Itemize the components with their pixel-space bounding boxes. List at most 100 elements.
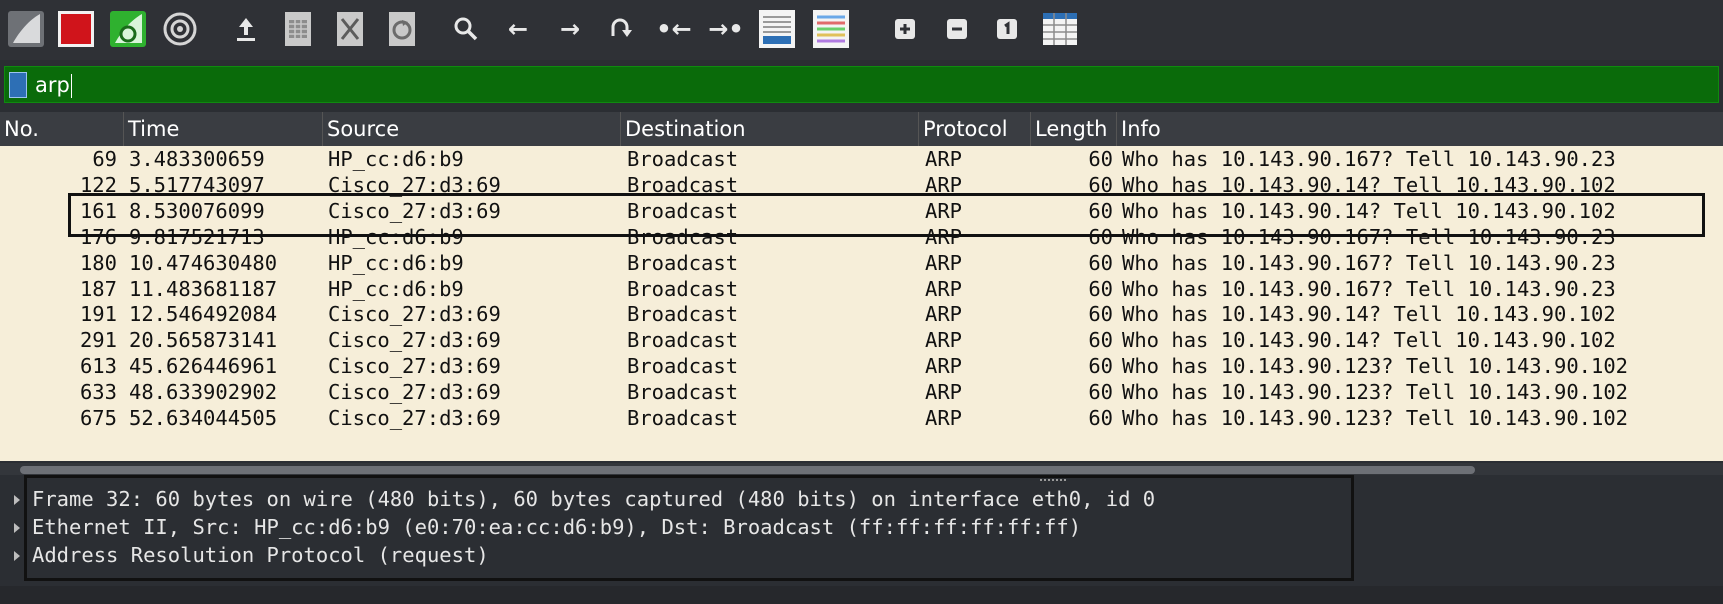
start-capture-button[interactable] [6,8,46,50]
packet-info: Who has 10.143.90.14? Tell 10.143.90.102 [1122,198,1616,223]
packet-row[interactable]: 675 52.634044505 Cisco_27:d3:69 Broadcast AR… [0,404,1723,433]
packet-destination: Broadcast [627,172,739,197]
packet-length: 60 [1088,147,1113,171]
display-filter-input[interactable]: arp [35,70,1705,100]
packet-no: 675 [79,406,117,430]
column-header-no[interactable]: No. [0,112,124,146]
save-file-button[interactable] [278,8,318,50]
column-header-protocol[interactable]: Protocol [919,112,1031,146]
detail-row-ethernet[interactable]: Ethernet II, Src: HP_cc:d6:b9 (e0:70:ea:… [14,513,1081,541]
packet-source: HP_cc:d6:b9 [328,250,464,275]
packet-info: Who has 10.143.90.123? Tell 10.143.90.10… [1122,354,1629,379]
packet-row[interactable]: 613 45.626446961 Cisco_27:d3:69 Broadcast AR… [0,352,1723,381]
packet-info: Who has 10.143.90.123? Tell 10.143.90.10… [1122,380,1629,405]
packet-destination: Broadcast [627,328,739,353]
detail-row-text: Address Resolution Protocol (request) [32,543,489,567]
restart-capture-button[interactable] [108,8,148,50]
go-forward-button[interactable]: → [550,8,590,50]
packet-no: 187 [79,276,117,301]
capture-options-button[interactable] [160,8,200,50]
go-back-button[interactable]: ← [498,8,538,50]
open-file-button[interactable] [226,8,266,50]
packet-row[interactable]: 161 8.530076099 Cisco_27:d3:69 Broadcast ARP… [0,197,1723,226]
go-to-packet-button[interactable] [600,8,640,50]
colorize-button[interactable] [811,8,851,50]
find-packet-button[interactable] [446,8,486,50]
display-filter-bar[interactable]: arp [4,66,1719,103]
packet-protocol: ARP [925,198,963,223]
close-file-icon [337,12,363,46]
normal-size-icon [997,19,1017,39]
packet-time: 48.633902902 [129,380,278,405]
column-header-info[interactable]: Info [1117,112,1723,146]
column-header-source[interactable]: Source [323,112,621,146]
packet-time: 3.483300659 [129,147,265,171]
find-packet-icon [454,17,478,41]
detail-row-arp[interactable]: Address Resolution Protocol (request) [14,541,489,569]
packet-protocol: ARP [925,302,963,327]
packet-length: 60 [1088,354,1113,379]
scrollbar-thumb[interactable] [20,466,1475,474]
main-toolbar: ← → •← →• [0,0,1723,60]
packet-info: Who has 10.143.90.14? Tell 10.143.90.102 [1122,172,1616,197]
normal-size-button[interactable] [987,8,1027,50]
packet-destination: Broadcast [627,302,739,327]
packet-length: 60 [1088,406,1113,430]
packet-time: 9.817521713 [129,224,265,249]
packet-row[interactable]: 191 12.546492084 Cisco_27:d3:69 Broadcast AR… [0,300,1723,329]
packet-length: 60 [1088,276,1113,301]
column-header-time[interactable]: Time [124,112,323,146]
expand-arrow-icon[interactable] [14,523,20,533]
packet-length: 60 [1088,328,1113,353]
packet-source: Cisco_27:d3:69 [328,302,501,327]
packet-no: 161 [79,198,117,223]
packet-row[interactable]: 69 3.483300659 HP_cc:d6:b9 Broadcast ARP 60 Wh… [0,146,1723,174]
horizontal-scrollbar[interactable] [0,463,1723,475]
detail-row-frame[interactable]: Frame 32: 60 bytes on wire (480 bits), 6… [14,485,1155,513]
reload-file-button[interactable] [382,8,422,50]
go-last-packet-button[interactable]: →• [706,8,746,50]
go-first-packet-button[interactable]: •← [654,8,694,50]
packet-destination: Broadcast [627,380,739,405]
packet-no: 633 [79,380,117,405]
start-capture-icon [8,11,44,47]
stop-capture-button[interactable] [56,8,96,50]
packet-no: 291 [79,328,117,353]
zoom-out-button[interactable] [937,8,977,50]
go-last-packet-icon: →• [708,15,744,43]
packet-info: Who has 10.143.90.123? Tell 10.143.90.10… [1122,406,1629,430]
go-first-packet-icon: •← [656,15,692,43]
detail-row-text: Ethernet II, Src: HP_cc:d6:b9 (e0:70:ea:… [32,515,1082,539]
packet-protocol: ARP [925,354,963,379]
packet-time: 10.474630480 [129,250,278,275]
packet-destination: Broadcast [627,147,739,171]
expand-arrow-icon[interactable] [14,551,20,561]
packet-row[interactable]: 291 20.565873141 Cisco_27:d3:69 Broadcast AR… [0,326,1723,355]
packet-row[interactable]: 187 11.483681187 HP_cc:d6:b9 Broadcast ARP 60… [0,275,1723,304]
close-file-button[interactable] [330,8,370,50]
packet-row[interactable]: 180 10.474630480 HP_cc:d6:b9 Broadcast ARP 60… [0,249,1723,278]
filter-bookmark-icon[interactable] [9,72,27,98]
expand-arrow-icon[interactable] [14,495,20,505]
packet-row[interactable]: 122 5.517743097 Cisco_27:d3:69 Broadcast ARP… [0,171,1723,200]
packet-row[interactable]: 633 48.633902902 Cisco_27:d3:69 Broadcast AR… [0,378,1723,407]
packet-time: 8.530076099 [129,198,265,223]
restart-capture-icon [110,11,146,47]
column-header-destination[interactable]: Destination [621,112,919,146]
packet-length: 60 [1088,198,1113,223]
packet-row[interactable]: 176 9.817521713 HP_cc:d6:b9 Broadcast ARP 60 W… [0,223,1723,252]
auto-scroll-button[interactable] [757,8,797,50]
packet-no: 191 [79,302,117,327]
packet-source: Cisco_27:d3:69 [328,172,501,197]
packet-protocol: ARP [925,276,963,301]
display-filter-value: arp [35,73,70,97]
zoom-in-icon [895,19,915,39]
packet-info: Who has 10.143.90.167? Tell 10.143.90.23 [1122,224,1616,249]
packet-source: Cisco_27:d3:69 [328,354,501,379]
packet-source: Cisco_27:d3:69 [328,406,501,430]
resize-columns-button[interactable] [1040,8,1080,50]
stop-capture-icon [58,11,94,47]
packet-length: 60 [1088,302,1113,327]
zoom-in-button[interactable] [885,8,925,50]
column-header-length[interactable]: Length [1031,112,1117,146]
